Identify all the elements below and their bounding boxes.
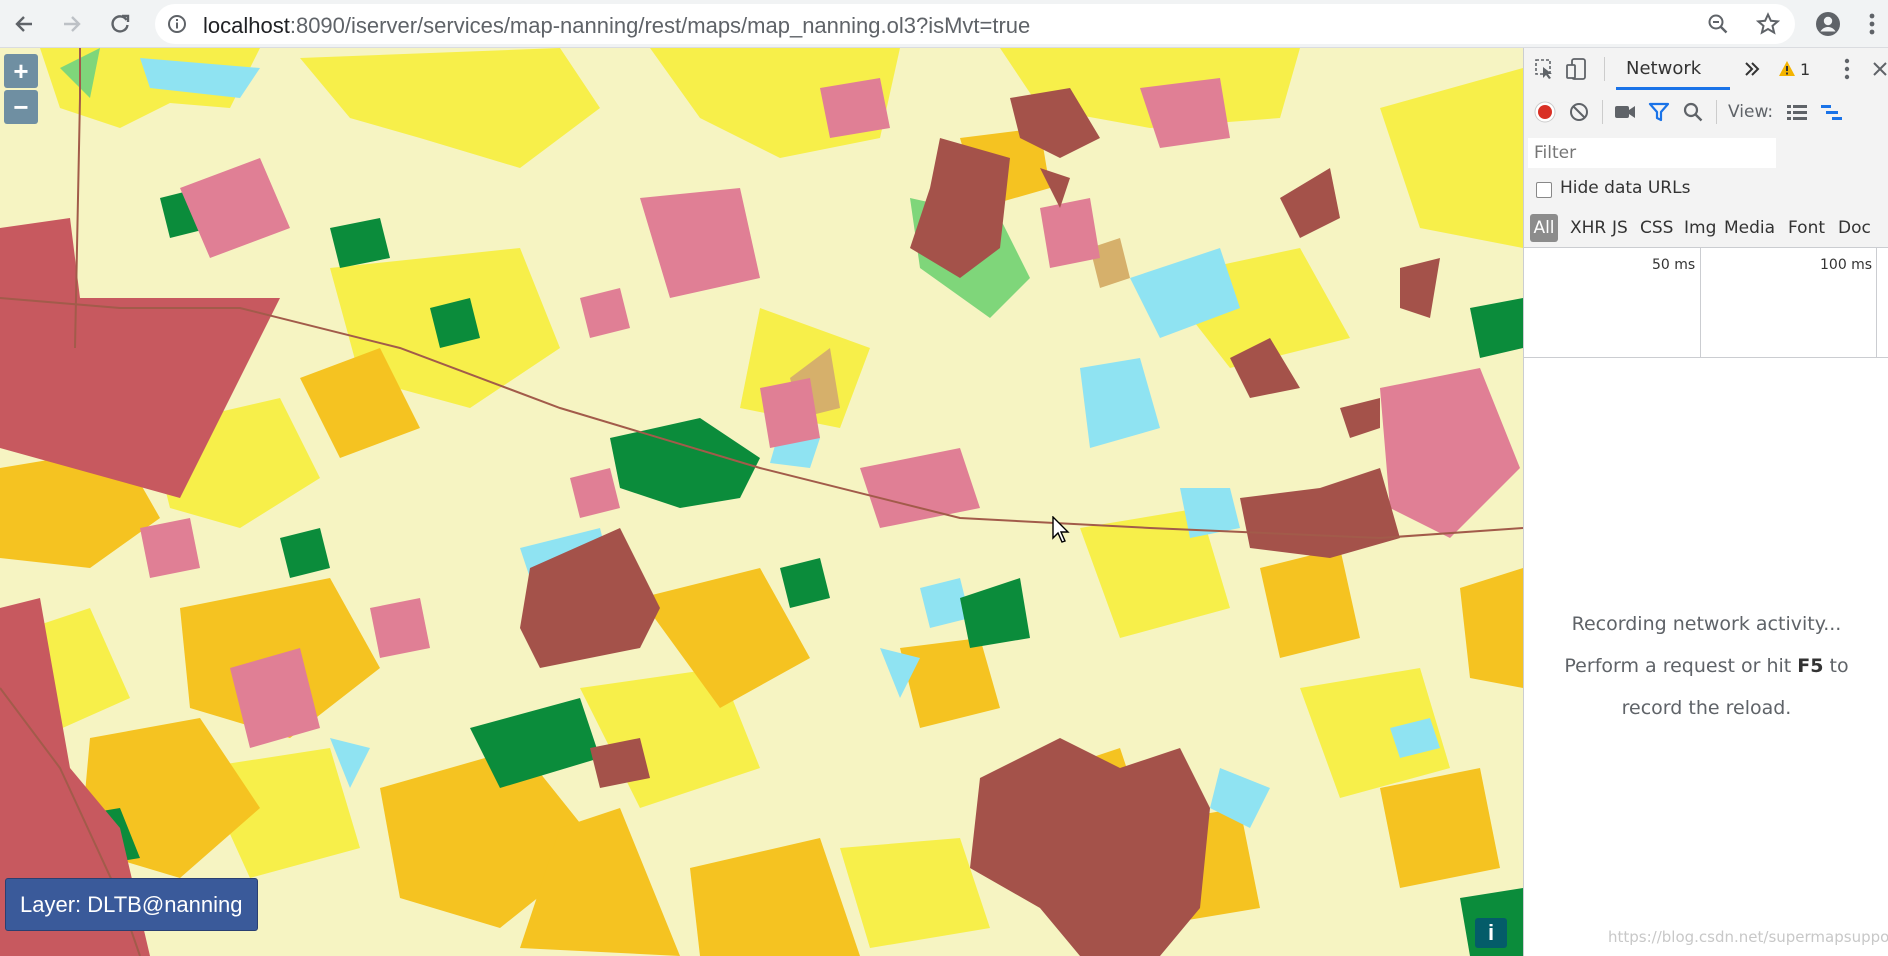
- message-line-2-suffix: to: [1823, 655, 1849, 677]
- waterfall-overview-icon[interactable]: [1820, 103, 1842, 121]
- timeline-gridline: [1700, 247, 1701, 357]
- reload-shortcut-key: F5: [1797, 655, 1824, 677]
- network-timeline-overview[interactable]: 50 ms 100 ms: [1524, 247, 1888, 358]
- timeline-label-50ms: 50 ms: [1652, 257, 1696, 273]
- browser-toolbar: localhost:8090/iserver/services/map-nann…: [0, 0, 1888, 48]
- network-toolbar: View:: [1524, 91, 1888, 135]
- zoom-in-button[interactable]: +: [4, 54, 38, 88]
- watermark-text: https://blog.csdn.net/supermapsupport: [1608, 928, 1888, 946]
- type-filter-img[interactable]: Img: [1684, 218, 1716, 238]
- toolbar-divider: [1716, 100, 1717, 124]
- back-arrow-icon[interactable]: [8, 8, 40, 40]
- star-icon[interactable]: [1752, 8, 1784, 40]
- filter-icon[interactable]: [1648, 101, 1670, 123]
- filter-input[interactable]: [1528, 138, 1776, 168]
- map-viewport[interactable]: + − Layer: DLTB@nanning i: [0, 48, 1523, 956]
- type-filter-all[interactable]: All: [1530, 214, 1558, 242]
- profile-icon[interactable]: [1812, 8, 1844, 40]
- hide-data-urls-label: Hide data URLs: [1560, 178, 1691, 198]
- timeline-label-100ms: 100 ms: [1820, 257, 1873, 273]
- type-filter-font[interactable]: Font: [1788, 218, 1825, 238]
- devtools-tab-bar: Network 1: [1524, 48, 1888, 92]
- record-icon[interactable]: [1534, 101, 1556, 123]
- hide-data-urls-checkbox[interactable]: [1536, 182, 1552, 198]
- more-tabs-icon[interactable]: [1744, 62, 1760, 76]
- mouse-cursor-icon: [1052, 516, 1070, 543]
- close-icon[interactable]: [1872, 61, 1888, 77]
- reload-icon[interactable]: [104, 8, 136, 40]
- tab-divider: [1604, 57, 1605, 81]
- land-use-map: [0, 48, 1523, 956]
- message-line-1: Recording network activity...: [1571, 613, 1842, 635]
- kebab-menu-icon[interactable]: [1862, 8, 1882, 40]
- filter-row: [1524, 134, 1888, 172]
- attribution-info-button[interactable]: i: [1475, 918, 1507, 948]
- url-host: localhost: [203, 13, 290, 38]
- large-request-rows-icon[interactable]: [1786, 103, 1808, 121]
- warning-count[interactable]: 1: [1800, 60, 1810, 79]
- address-bar[interactable]: localhost:8090/iserver/services/map-nann…: [155, 4, 1795, 44]
- toolbar-divider: [1602, 100, 1603, 124]
- network-empty-message: Recording network activity... Perform a …: [1524, 603, 1888, 729]
- message-line-2-text: Perform a request or hit: [1564, 655, 1798, 677]
- search-icon[interactable]: [1682, 101, 1704, 123]
- devtools-panel: Network 1 View: Filter Hide data URLs Al…: [1523, 48, 1888, 956]
- devtools-menu-icon[interactable]: [1844, 58, 1850, 80]
- timeline-gridline: [1876, 247, 1877, 357]
- active-tab-indicator: [1616, 87, 1730, 90]
- url-path: :8090/iserver/services/map-nanning/rest/…: [289, 13, 1031, 38]
- type-filter-media[interactable]: Media: [1724, 218, 1775, 238]
- capture-screenshots-icon[interactable]: [1614, 104, 1636, 120]
- message-line-2: Perform a request or hit F5 to: [1524, 645, 1888, 687]
- zoom-out-button[interactable]: −: [4, 90, 38, 124]
- type-filter-css[interactable]: CSS: [1640, 218, 1673, 238]
- resource-type-filters: All XHR JS CSS Img Media Font Doc: [1524, 210, 1888, 248]
- warning-icon[interactable]: [1778, 60, 1796, 77]
- zoom-icon[interactable]: [1702, 8, 1734, 40]
- forward-arrow-icon[interactable]: [56, 8, 88, 40]
- type-filter-js[interactable]: JS: [1612, 218, 1628, 238]
- device-toolbar-icon[interactable]: [1566, 57, 1588, 81]
- message-line-3: record the reload.: [1621, 697, 1792, 719]
- hide-data-urls-row: Hide data URLs: [1524, 172, 1888, 210]
- type-filter-xhr[interactable]: XHR: [1570, 218, 1606, 238]
- info-icon[interactable]: [167, 14, 187, 39]
- view-label: View:: [1728, 102, 1774, 122]
- inspect-element-icon[interactable]: [1534, 58, 1556, 80]
- url-text[interactable]: localhost:8090/iserver/services/map-nann…: [203, 13, 1030, 39]
- type-filter-doc[interactable]: Doc: [1838, 218, 1871, 238]
- layer-info-panel: Layer: DLTB@nanning: [5, 878, 258, 931]
- clear-icon[interactable]: [1568, 101, 1590, 123]
- tab-network[interactable]: Network: [1626, 58, 1701, 79]
